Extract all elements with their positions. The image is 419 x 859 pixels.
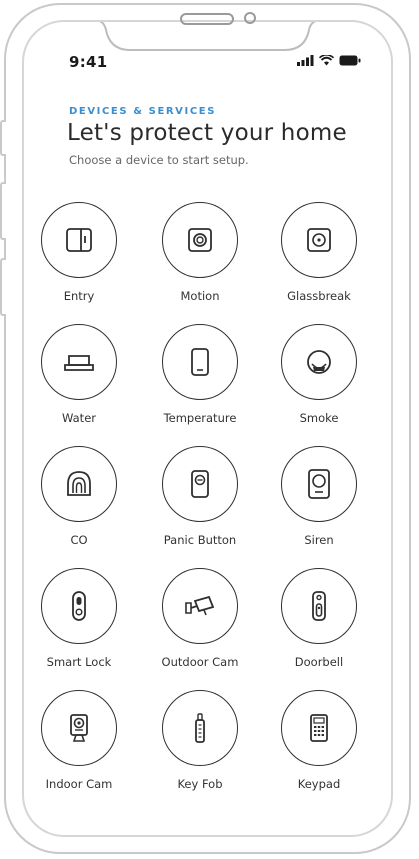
device-label: Keypad <box>297 777 341 791</box>
device-tile-smoke[interactable]: Smoke <box>264 324 374 425</box>
smoke-detector-icon <box>307 350 331 374</box>
device-label: Smart Lock <box>46 655 112 669</box>
device-tile-co[interactable]: CO <box>24 446 134 547</box>
device-label: Outdoor Cam <box>161 655 239 669</box>
volume-down-button <box>0 258 6 316</box>
device-tile-glassbreak[interactable]: Glassbreak <box>264 202 374 303</box>
silent-switch <box>0 120 6 156</box>
device-tile-temperature[interactable]: Temperature <box>145 324 255 425</box>
status-time: 9:41 <box>69 53 108 71</box>
glassbreak-sensor-icon <box>307 228 331 252</box>
temperature-sensor-icon <box>191 348 209 376</box>
device-label: Siren <box>304 533 334 547</box>
device-tile-entry[interactable]: Entry <box>24 202 134 303</box>
volume-up-button <box>0 182 6 240</box>
device-label: Indoor Cam <box>45 777 113 791</box>
device-label: Water <box>62 411 96 425</box>
section-eyebrow: DEVICES & SERVICES <box>69 106 217 117</box>
device-tile-siren[interactable]: Siren <box>264 446 374 547</box>
device-tile-doorbell[interactable]: Doorbell <box>264 568 374 669</box>
device-tile-indoor-cam[interactable]: Indoor Cam <box>24 690 134 791</box>
device-label: Smoke <box>299 411 339 425</box>
device-label: CO <box>70 533 88 547</box>
co-detector-icon <box>67 471 91 496</box>
device-tile-water[interactable]: Water <box>24 324 134 425</box>
device-tile-outdoor-cam[interactable]: Outdoor Cam <box>145 568 255 669</box>
device-label: Doorbell <box>294 655 344 669</box>
device-label: Glassbreak <box>287 289 351 303</box>
smart-lock-icon <box>72 591 86 621</box>
motion-sensor-icon <box>188 228 212 252</box>
keypad-icon <box>310 714 328 742</box>
wifi-icon <box>319 55 334 66</box>
phone-screen: 9:41 DEVICES & SERVICES Let's protect yo… <box>22 20 393 837</box>
status-icons <box>297 55 361 66</box>
panic-button-icon <box>191 470 209 498</box>
page-title: Let's protect your home <box>67 120 347 146</box>
device-label: Motion <box>180 289 220 303</box>
notch <box>99 22 316 51</box>
outdoor-camera-icon <box>185 595 215 616</box>
cellular-signal-icon <box>297 55 314 66</box>
entry-sensor-icon <box>66 228 92 252</box>
battery-icon <box>339 55 361 66</box>
speaker-grille <box>180 13 234 25</box>
device-label: Temperature <box>163 411 237 425</box>
page-subtitle: Choose a device to start setup. <box>69 153 249 167</box>
front-camera <box>244 12 256 24</box>
phone-frame: 9:41 DEVICES & SERVICES Let's protect yo… <box>4 3 411 854</box>
device-label: Key Fob <box>177 777 223 791</box>
indoor-camera-icon <box>70 714 88 742</box>
key-fob-icon <box>195 713 205 743</box>
siren-icon <box>308 469 330 499</box>
device-tile-smart-lock[interactable]: Smart Lock <box>24 568 134 669</box>
device-tile-panic-button[interactable]: Panic Button <box>145 446 255 547</box>
device-label: Entry <box>63 289 95 303</box>
device-tile-key-fob[interactable]: Key Fob <box>145 690 255 791</box>
device-label: Panic Button <box>163 533 237 547</box>
doorbell-icon <box>312 591 326 621</box>
device-tile-keypad[interactable]: Keypad <box>264 690 374 791</box>
water-sensor-icon <box>64 355 94 371</box>
device-tile-motion[interactable]: Motion <box>145 202 255 303</box>
